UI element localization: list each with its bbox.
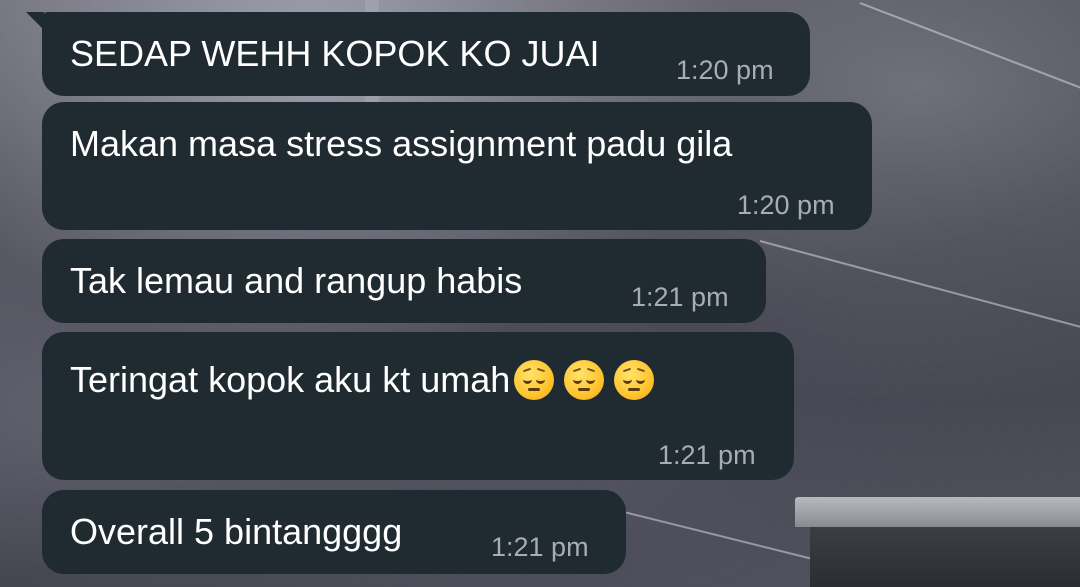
- message-bubble[interactable]: Overall 5 bintangggg 1:21 pm: [42, 490, 626, 574]
- bubble-tail: [26, 12, 44, 30]
- message-timestamp: 1:21 pm: [658, 440, 756, 470]
- message-text: SEDAP WEHH KOPOK KO JUAI: [70, 33, 600, 74]
- message-text-content: Teringat kopok aku kt umah: [70, 359, 511, 400]
- message-bubble[interactable]: SEDAP WEHH KOPOK KO JUAI 1:20 pm: [26, 12, 810, 96]
- message-list: SEDAP WEHH KOPOK KO JUAI 1:20 pm Makan m…: [0, 0, 1080, 587]
- message-text: Tak lemau and rangup habis: [70, 260, 523, 301]
- message-timestamp: 1:21 pm: [491, 532, 589, 562]
- message-bubble[interactable]: Tak lemau and rangup habis 1:21 pm: [42, 239, 766, 323]
- message-bubble[interactable]: Teringat kopok aku kt umah 1:21 pm: [42, 332, 794, 480]
- pensive-face-icon: [514, 360, 555, 400]
- pensive-face-icon: [614, 360, 655, 400]
- message-text: Makan masa stress assignment padu gila: [70, 123, 733, 164]
- message-text: Overall 5 bintangggg: [70, 511, 403, 552]
- message-text: Teringat kopok aku kt umah: [70, 359, 655, 400]
- message-timestamp: 1:20 pm: [737, 190, 835, 220]
- message-timestamp: 1:21 pm: [631, 282, 729, 312]
- message-bubble[interactable]: Makan masa stress assignment padu gila 1…: [42, 102, 872, 230]
- message-timestamp: 1:20 pm: [676, 55, 774, 85]
- pensive-face-icon: [564, 360, 605, 400]
